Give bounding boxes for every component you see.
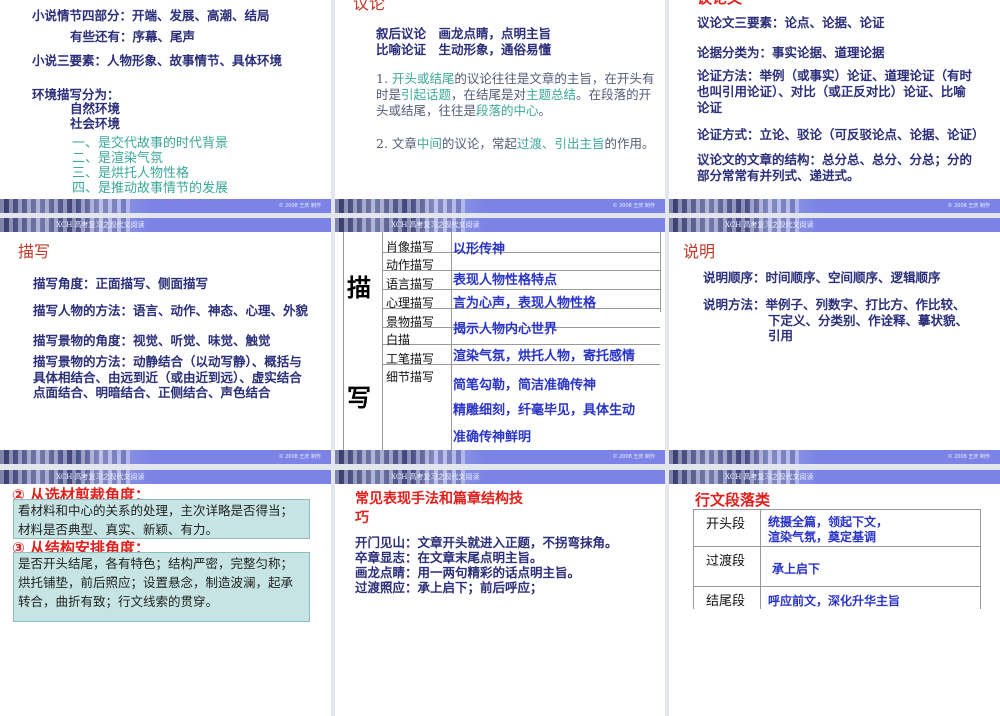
slide-header: XCH 高考复习之现代文阅读 bbox=[0, 218, 331, 232]
slide-exposition[interactable]: XCH 高考复习之现代文阅读 说明 说明顺序：时间顺序、空间顺序、逻辑顺序 说明… bbox=[669, 218, 1000, 464]
text-line: 论据分类为：事实论据、道理论据 bbox=[697, 45, 885, 60]
text-box: 是否开头结尾，各有特色；结构严密，完整匀称； 烘托铺垫，前后照应；设置悬念，制造波… bbox=[13, 552, 310, 622]
big-char: 描 bbox=[347, 274, 371, 302]
slide-description-table[interactable]: XCH 高考复习之现代文阅读 描 写 肖像描写 动作描写 语言描写 心理描写 景… bbox=[335, 218, 665, 464]
footer-text: © 2008 王庆 制作 bbox=[278, 203, 322, 209]
slide-description[interactable]: XCH 高考复习之现代文阅读 描写 描写角度：正面描写、侧面描写 描写人物的方法… bbox=[0, 218, 331, 464]
header-text: XCH 高考复习之现代文阅读 bbox=[56, 221, 145, 229]
text-line: 有些还有：序幕、尾声 bbox=[70, 29, 196, 44]
paragraph-1: 1. 开头或结尾的议论往往是文章的主旨，在开头有时是引起话题，在结尾是对主题总结… bbox=[376, 71, 655, 118]
text-line: 引用 bbox=[768, 328, 794, 343]
slide-footer: © 2008 王庆 制作 bbox=[669, 450, 1000, 464]
footer-text: © 2008 王庆 制作 bbox=[947, 203, 991, 209]
type-cell: 肖像描写 bbox=[386, 240, 435, 254]
slide-header: XCH 高考复习之现代文阅读 bbox=[335, 470, 665, 484]
text-line: 描写景物的角度：视觉、听觉、味觉、触觉 bbox=[33, 333, 271, 348]
list-item: 四、是推动故事情节的发展 bbox=[72, 181, 229, 196]
slide-argument[interactable]: 议论 叙后议论 画龙点睛，点明主旨 比喻论证 生动形象，通俗易懂 1. 开头或结… bbox=[335, 0, 665, 213]
slide-title: 描写 bbox=[18, 242, 51, 261]
big-char: 写 bbox=[347, 384, 371, 412]
effect-cell: 言为心声，表现人物性格 bbox=[453, 296, 597, 311]
footer-text: © 2008 王庆 制作 bbox=[278, 454, 322, 460]
paragraph-2: 2. 文章中间的议论，常起过渡、引出主旨的作用。 bbox=[376, 136, 655, 151]
slide-header: XCH 高考复习之现代文阅读 bbox=[669, 470, 1000, 484]
slide-techniques[interactable]: XCH 高考复习之现代文阅读 常见表现手法和篇章结构技巧 开门见山：文章开头就进… bbox=[335, 470, 665, 716]
effect-cell: 简笔勾勒，简洁准确传神 bbox=[453, 378, 597, 393]
header-text: XCH 高考复习之现代文阅读 bbox=[725, 473, 814, 481]
text-line: 下定义、分类别、作诠释、摹状貌、 bbox=[768, 313, 969, 328]
slide-title: 议论文 bbox=[697, 0, 742, 8]
row-key: 过渡段 bbox=[706, 554, 746, 569]
slide-footer: © 2008 王庆 制作 bbox=[0, 199, 331, 213]
effect-cell: 揭示人物内心世界 bbox=[453, 322, 558, 337]
effect-cell: 表现人物性格特点 bbox=[453, 273, 558, 288]
slide-argumentative-essay[interactable]: 议论文 议论文三要素：论点、论据、论证 论据分类为：事实论据、道理论据 论证方法… bbox=[669, 0, 1000, 213]
slide-title: 常见表现手法和篇章结构技巧 bbox=[355, 491, 523, 526]
slide-header: XCH 高考复习之现代文阅读 bbox=[669, 218, 1000, 232]
header-text: XCH 高考复习之现代文阅读 bbox=[56, 473, 145, 481]
slide-footer: © 2008 王庆 制作 bbox=[669, 199, 1000, 213]
slide-header: XCH 高考复习之现代文阅读 bbox=[335, 218, 665, 232]
row-value: 统摄全篇，领起下文， 渲染气氛，奠定基调 bbox=[768, 515, 889, 544]
text-line: 比喻论证 生动形象，通俗易懂 bbox=[376, 42, 552, 57]
type-cell: 白描 bbox=[386, 333, 411, 347]
text-line: 社会环境 bbox=[70, 116, 121, 131]
header-text: XCH 高考复习之现代文阅读 bbox=[391, 473, 480, 481]
text-block: 描写景物的方法：动静结合（以动写静）、概括与 具体相结合、由远到近（或由近到远）、… bbox=[33, 354, 302, 400]
text-line: 描写人物的方法：语言、动作、神态、心理、外貌 bbox=[33, 303, 309, 318]
text-line: 描写角度：正面描写、侧面描写 bbox=[33, 276, 209, 291]
slide-title: 议论 bbox=[353, 0, 386, 13]
effect-cell: 以形传神 bbox=[453, 242, 506, 257]
effect-cell: 精雕细刻，纤毫毕见，具体生动 bbox=[453, 403, 636, 418]
slide-footer: © 2008 王庆 制作 bbox=[335, 199, 665, 213]
type-cell: 动作描写 bbox=[386, 258, 435, 272]
footer-text: © 2008 王庆 制作 bbox=[947, 454, 991, 460]
text-line: 论证方式：立论、驳论（可反驳论点、论据、论证） bbox=[697, 127, 985, 142]
effect-cell: 准确传神鲜明 bbox=[453, 430, 532, 445]
slide-title: 说明 bbox=[683, 242, 716, 261]
slide-paragraph-types[interactable]: XCH 高考复习之现代文阅读 行文段落类 开头段 统摄全篇，领起下文， 渲染气氛，… bbox=[669, 470, 1000, 716]
text-line: 小说情节四部分：开端、发展、高潮、结局 bbox=[32, 8, 270, 23]
slide-header: XCH 高考复习之现代文阅读 bbox=[0, 470, 331, 484]
text-block: 议论文的文章的结构：总分总、总分、分总；分的 部分常常有并列式、递进式。 bbox=[697, 152, 973, 183]
type-cell: 心理描写 bbox=[386, 296, 435, 310]
footer-text: © 2008 王庆 制作 bbox=[612, 454, 656, 460]
row-value: 呼应前文，深化升华主旨 bbox=[768, 594, 901, 608]
type-cell: 细节描写 bbox=[386, 370, 435, 384]
type-cell: 语言描写 bbox=[386, 277, 435, 291]
footer-text: © 2008 王庆 制作 bbox=[612, 203, 656, 209]
header-text: XCH 高考复习之现代文阅读 bbox=[391, 221, 480, 229]
text-block: 开门见山：文章开头就进入正题，不拐弯抹角。 卒章显志：在文章末尾点明主旨。 画龙点睛… bbox=[355, 535, 618, 595]
type-cell: 工笔描写 bbox=[386, 352, 435, 366]
slide-footer: © 2008 王庆 制作 bbox=[0, 450, 331, 464]
slide-title: 行文段落类 bbox=[695, 491, 771, 509]
text-line: 议论文三要素：论点、论据、论证 bbox=[697, 15, 885, 30]
text-block: 论证方法：举例（或事实）论证、道理论证（有时 也叫引用论证）、对比（或正反对比）论… bbox=[697, 68, 973, 115]
slide-material-structure[interactable]: XCH 高考复习之现代文阅读 ② 从选材剪裁角度： 看材料和中心的关系的处理，主… bbox=[0, 470, 331, 716]
row-key: 开头段 bbox=[706, 517, 746, 532]
row-value: 承上启下 bbox=[772, 562, 821, 576]
type-cell: 景物描写 bbox=[386, 315, 435, 329]
text-box: 看材料和中心的关系的处理，主次详略是否得当； 材料是否典型、真实、新颖、有力。 bbox=[13, 499, 310, 539]
text-line: 说明顺序：时间顺序、空间顺序、逻辑顺序 bbox=[703, 270, 941, 285]
slide-novel-plot[interactable]: 小说情节四部分：开端、发展、高潮、结局 有些还有：序幕、尾声 小说三要素：人物形… bbox=[0, 0, 331, 213]
header-text: XCH 高考复习之现代文阅读 bbox=[725, 221, 814, 229]
slide-footer: © 2008 王庆 制作 bbox=[335, 450, 665, 464]
text-line: 小说三要素：人物形象、故事情节、具体环境 bbox=[32, 53, 283, 68]
effect-cell: 渲染气氛，烘托人物，寄托感情 bbox=[453, 349, 636, 364]
